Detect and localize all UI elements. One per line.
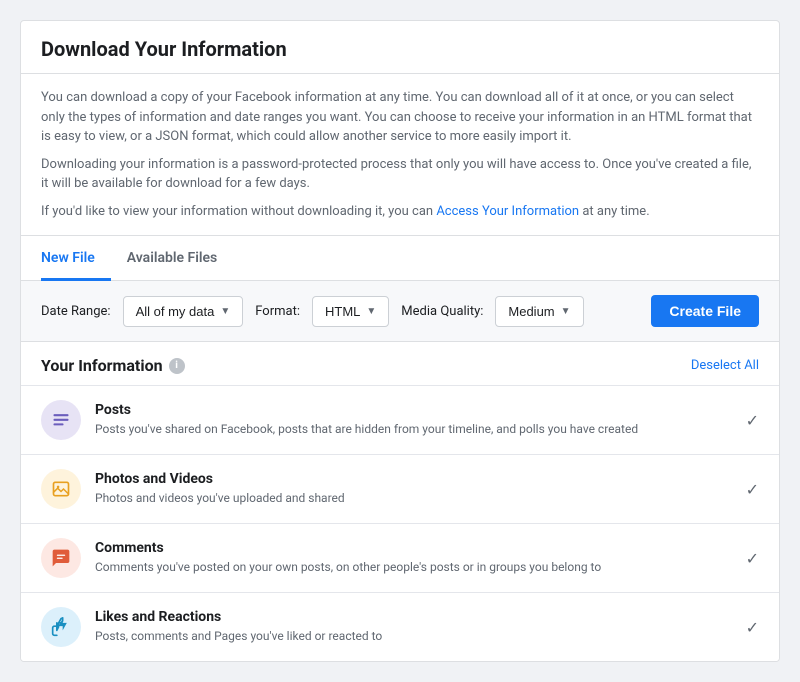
- date-range-dropdown[interactable]: All of my data ▼: [123, 296, 244, 327]
- likes-description: Posts, comments and Pages you've liked o…: [95, 628, 732, 645]
- comments-check-icon[interactable]: ✓: [746, 549, 759, 568]
- info-section: You can download a copy of your Facebook…: [21, 74, 779, 236]
- controls-section: Date Range: All of my data ▼ Format: HTM…: [21, 281, 779, 342]
- posts-icon: [41, 400, 81, 440]
- photos-description: Photos and videos you've uploaded and sh…: [95, 490, 732, 507]
- access-your-information-link[interactable]: Access Your Information: [436, 204, 579, 219]
- posts-title: Posts: [95, 402, 732, 418]
- comments-icon: [41, 538, 81, 578]
- information-icon[interactable]: i: [169, 358, 185, 374]
- items-list: Posts Posts you've shared on Facebook, p…: [21, 385, 779, 661]
- page-title: Download Your Information: [41, 37, 759, 61]
- your-information-title-group: Your Information i: [41, 356, 185, 375]
- photos-title: Photos and Videos: [95, 471, 732, 487]
- comments-description: Comments you've posted on your own posts…: [95, 559, 732, 576]
- info-paragraph-3-suffix: at any time.: [579, 204, 650, 219]
- photos-icon: [41, 469, 81, 509]
- format-arrow-icon: ▼: [366, 306, 376, 317]
- info-paragraph-3-text: If you'd like to view your information w…: [41, 204, 433, 219]
- info-paragraph-1: You can download a copy of your Facebook…: [41, 88, 759, 147]
- page-header: Download Your Information: [21, 21, 779, 74]
- your-information-header: Your Information i Deselect All: [21, 342, 779, 385]
- main-container: Download Your Information You can downlo…: [20, 20, 780, 662]
- posts-description: Posts you've shared on Facebook, posts t…: [95, 421, 732, 438]
- list-item: Posts Posts you've shared on Facebook, p…: [21, 385, 779, 454]
- posts-check-icon[interactable]: ✓: [746, 411, 759, 430]
- list-item: Likes and Reactions Posts, comments and …: [21, 592, 779, 661]
- deselect-all-button[interactable]: Deselect All: [691, 358, 759, 373]
- photos-check-icon[interactable]: ✓: [746, 480, 759, 499]
- tabs-section: New File Available Files: [21, 236, 779, 281]
- likes-check-icon[interactable]: ✓: [746, 618, 759, 637]
- list-item: Comments Comments you've posted on your …: [21, 523, 779, 592]
- format-dropdown[interactable]: HTML ▼: [312, 296, 389, 327]
- tab-new-file[interactable]: New File: [41, 236, 111, 281]
- posts-content: Posts Posts you've shared on Facebook, p…: [95, 402, 732, 438]
- photos-content: Photos and Videos Photos and videos you'…: [95, 471, 732, 507]
- media-quality-arrow-icon: ▼: [561, 306, 571, 317]
- your-information-title: Your Information: [41, 356, 163, 375]
- media-quality-label: Media Quality:: [401, 304, 483, 319]
- create-file-button[interactable]: Create File: [651, 295, 759, 327]
- date-range-arrow-icon: ▼: [220, 306, 230, 317]
- likes-title: Likes and Reactions: [95, 609, 732, 625]
- info-paragraph-2: Downloading your information is a passwo…: [41, 155, 759, 194]
- tab-available-files[interactable]: Available Files: [111, 236, 233, 281]
- comments-content: Comments Comments you've posted on your …: [95, 540, 732, 576]
- format-label: Format:: [255, 304, 300, 319]
- media-quality-dropdown[interactable]: Medium ▼: [495, 296, 583, 327]
- info-paragraph-3: If you'd like to view your information w…: [41, 202, 759, 222]
- date-range-value: All of my data: [136, 304, 215, 319]
- comments-title: Comments: [95, 540, 732, 556]
- date-range-label: Date Range:: [41, 304, 111, 319]
- likes-icon: [41, 607, 81, 647]
- format-value: HTML: [325, 304, 360, 319]
- likes-content: Likes and Reactions Posts, comments and …: [95, 609, 732, 645]
- media-quality-value: Medium: [508, 304, 554, 319]
- list-item: Photos and Videos Photos and videos you'…: [21, 454, 779, 523]
